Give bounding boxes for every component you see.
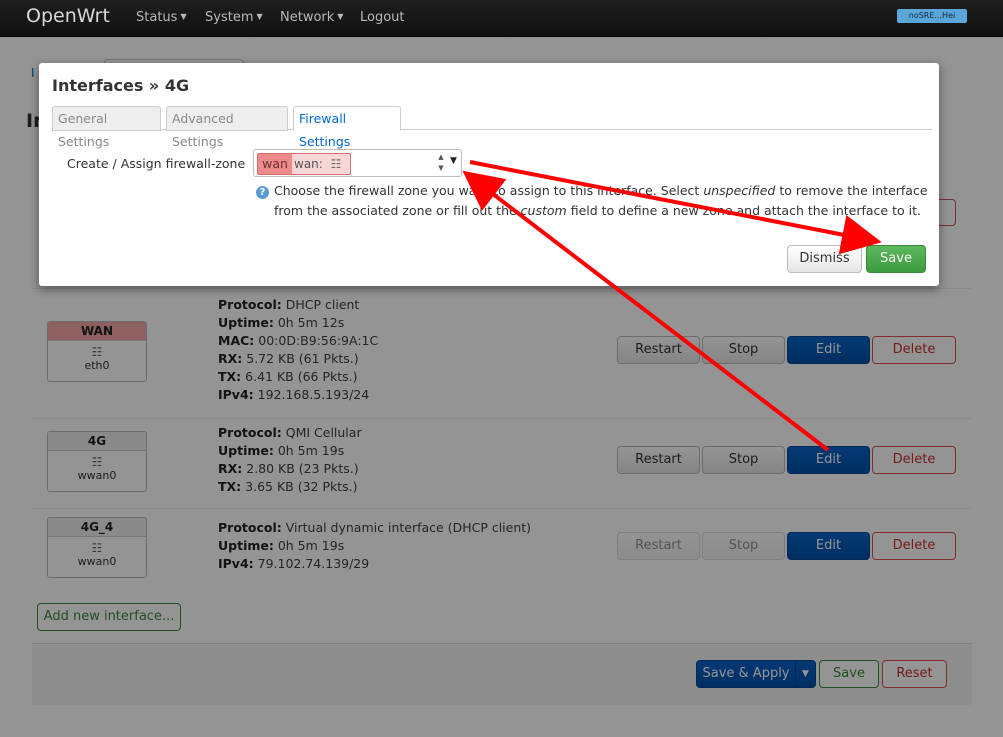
tab-general-settings[interactable]: General Settings xyxy=(52,106,161,149)
firewall-zone-select[interactable]: wan wan: ☷ ▲ ▼ ▼ xyxy=(253,149,462,177)
zone-chip-wan[interactable]: wan wan: ☷ xyxy=(257,153,351,175)
spinner-icon[interactable]: ▲ ▼ xyxy=(437,152,445,174)
hostname-badge: noSRE...Hei xyxy=(897,9,967,23)
chevron-down-icon: ▼ xyxy=(256,12,263,21)
firewall-zone-label: Create / Assign firewall-zone xyxy=(67,156,246,171)
dismiss-button[interactable]: Dismiss xyxy=(787,245,862,273)
zone-chip-members: wan: ☷ xyxy=(294,157,342,171)
tab-advanced-settings[interactable]: Advanced Settings xyxy=(166,106,288,149)
nav-system[interactable]: System ▼ xyxy=(205,10,263,25)
firewall-zone-help: Choose the firewall zone you want to ass… xyxy=(274,183,928,218)
interface-edit-modal: Interfaces » 4G General Settings Advance… xyxy=(39,63,939,286)
chevron-down-icon: ▼ xyxy=(180,12,187,21)
tab-firewall-settings[interactable]: Firewall Settings xyxy=(293,106,401,149)
modal-tabs: General Settings Advanced Settings Firew… xyxy=(52,106,932,149)
nav-status[interactable]: Status ▼ xyxy=(136,10,187,25)
question-circle-icon: ? xyxy=(256,186,269,199)
top-navbar: OpenWrt Status ▼ System ▼ Network ▼ Logout … xyxy=(0,0,1003,37)
nav-logout-label: Logout xyxy=(360,10,405,25)
brand-logo[interactable]: OpenWrt xyxy=(26,5,110,27)
network-port-icon: ☷ xyxy=(330,157,342,171)
modal-title: Interfaces » 4G xyxy=(52,76,190,95)
chevron-down-icon: ▼ xyxy=(337,12,344,21)
chevron-down-icon[interactable]: ▼ xyxy=(450,156,457,166)
nav-network[interactable]: Network ▼ xyxy=(280,10,343,25)
modal-save-button[interactable]: Save xyxy=(866,245,926,273)
nav-network-label: Network xyxy=(280,10,335,25)
zone-chip-name: wan xyxy=(258,154,292,174)
nav-system-label: System xyxy=(205,10,254,25)
nav-logout[interactable]: Logout xyxy=(360,10,405,25)
nav-status-label: Status xyxy=(136,10,178,25)
